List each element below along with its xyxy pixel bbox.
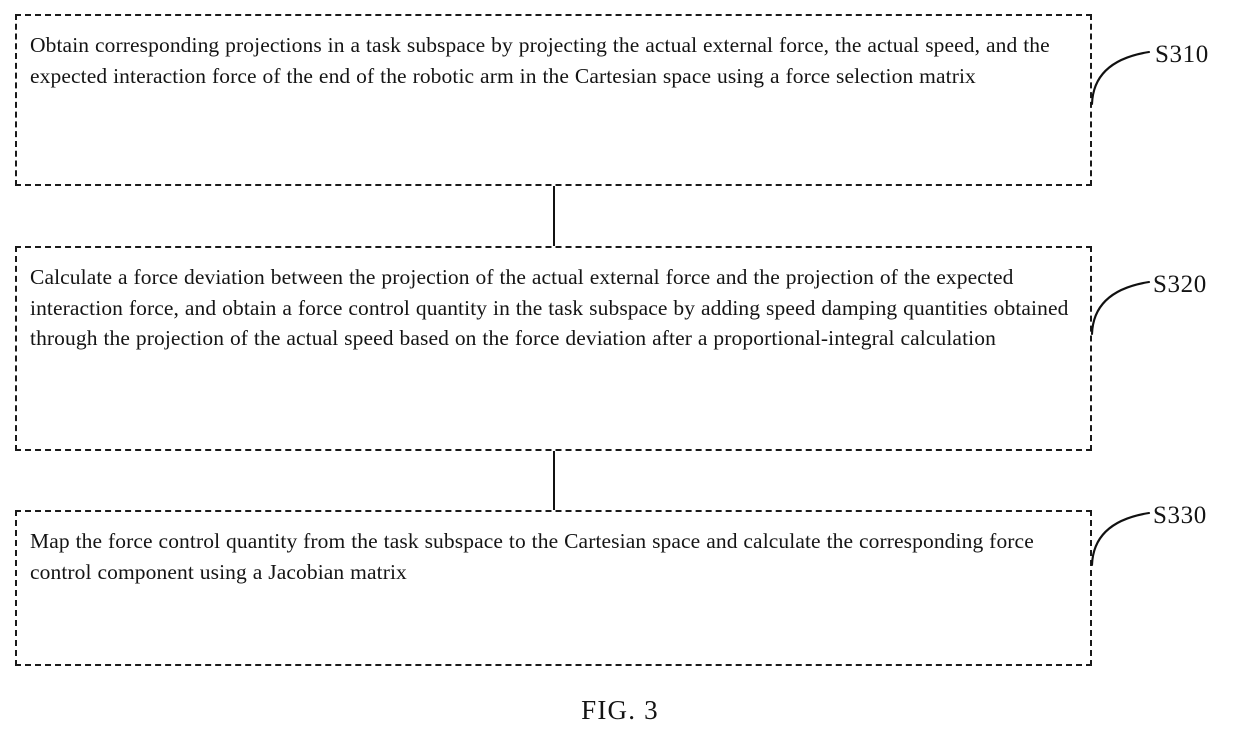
step-reference-label-s310: S310 — [1155, 41, 1209, 68]
figure-caption: FIG. 3 — [581, 695, 659, 725]
step-description-s320: Calculate a force deviation between the … — [30, 265, 1069, 350]
flowchart-figure: Obtain corresponding projections in a ta… — [0, 0, 1240, 749]
flowchart-step-box-s320: Calculate a force deviation between the … — [15, 246, 1092, 451]
step-reference-label-s330: S330 — [1153, 502, 1207, 529]
flowchart-step-box-s330: Map the force control quantity from the … — [15, 510, 1092, 666]
step-description-s310: Obtain corresponding projections in a ta… — [30, 33, 1050, 88]
step-reference-label-s320: S320 — [1153, 271, 1207, 298]
flowchart-step-box-s310: Obtain corresponding projections in a ta… — [15, 14, 1092, 186]
connector-s320-to-s330 — [553, 451, 555, 510]
leader-line-s310 — [1090, 50, 1151, 106]
step-description-s330: Map the force control quantity from the … — [30, 529, 1034, 584]
connector-s310-to-s320 — [553, 186, 555, 246]
